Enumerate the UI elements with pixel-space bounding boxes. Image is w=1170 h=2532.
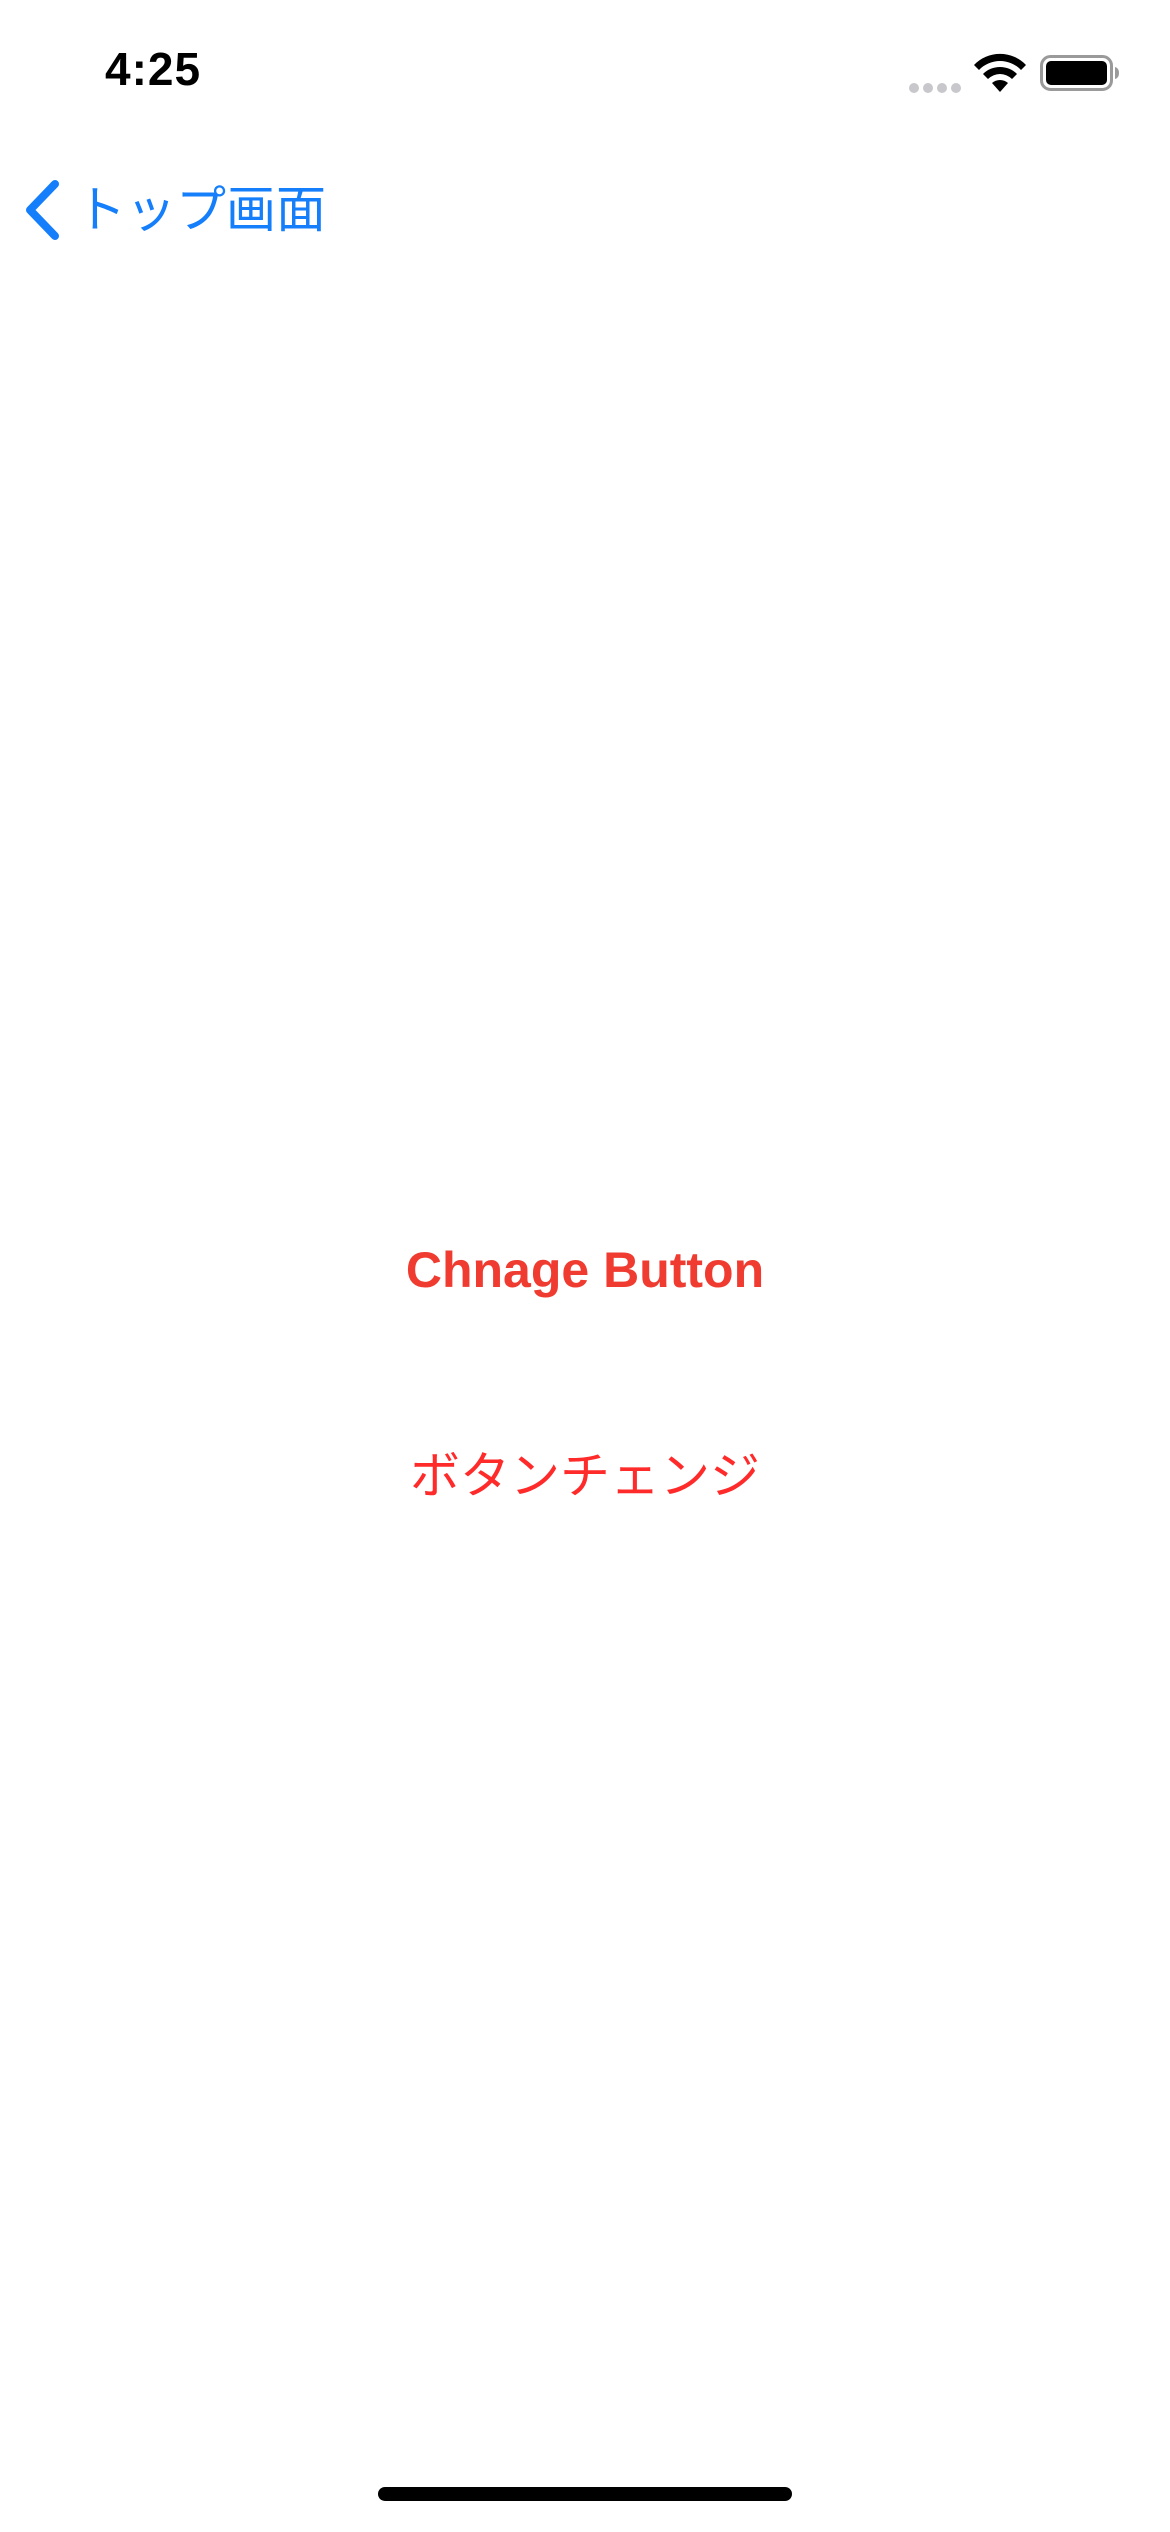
status-bar: 4:25: [0, 0, 1170, 140]
back-button[interactable]: トップ画面: [22, 170, 326, 250]
wifi-icon: [974, 53, 1026, 92]
signal-dots-icon: [909, 83, 961, 93]
change-label: ボタンチェンジ: [410, 1448, 760, 1504]
home-indicator[interactable]: [378, 2487, 792, 2501]
status-time: 4:25: [105, 43, 202, 95]
battery-icon: [1040, 55, 1119, 91]
change-button[interactable]: Chnage Button: [285, 1230, 885, 1310]
navigation-bar: トップ画面: [0, 150, 1170, 270]
chevron-left-icon: [26, 180, 59, 240]
back-button-label: トップ画面: [76, 182, 326, 238]
